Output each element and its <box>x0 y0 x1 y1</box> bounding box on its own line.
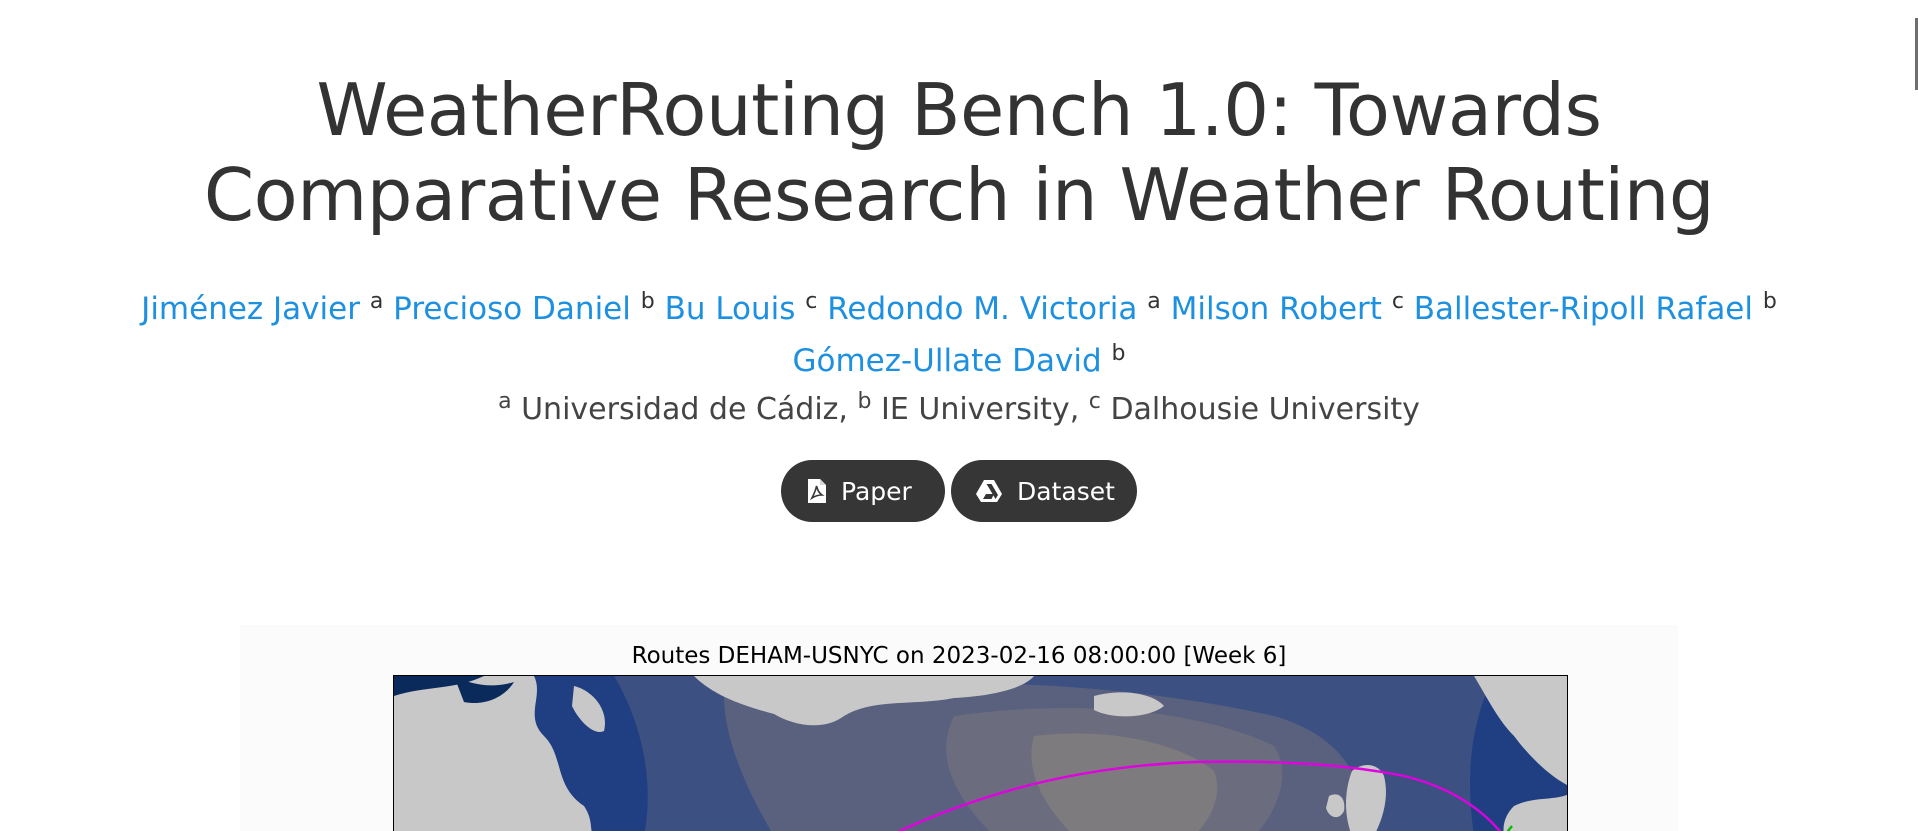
paper-button-label: Paper <box>841 476 912 506</box>
author-link[interactable]: Jiménez Javier <box>141 291 360 327</box>
figure-title: Routes DEHAM-USNYC on 2023-02-16 08:00:0… <box>631 643 1287 669</box>
author-affiliation-mark: b <box>1762 289 1777 314</box>
title-line-2: Comparative Research in Weather Routing <box>203 153 1715 237</box>
dataset-button-label: Dataset <box>1017 476 1115 506</box>
author-link[interactable]: Ballester-Ripoll Rafael <box>1414 291 1753 327</box>
author-affiliation-mark: a <box>369 289 384 314</box>
affiliation-name: Dalhousie University <box>1110 392 1420 427</box>
author-affiliation-mark: b <box>640 289 655 314</box>
affiliation-list: a Universidad de Cádiz, b IE University,… <box>0 386 1918 434</box>
paper-button[interactable]: Paper <box>781 460 945 522</box>
google-drive-icon <box>975 479 1003 503</box>
affiliation-name: Universidad de Cádiz, <box>521 392 848 427</box>
author-link[interactable]: Redondo M. Victoria <box>827 291 1137 327</box>
author-affiliation-mark: c <box>805 289 818 314</box>
author-link[interactable]: Gómez-Ullate David <box>792 343 1101 379</box>
author-link[interactable]: Milson Robert <box>1171 291 1382 327</box>
author-list: Jiménez Javier a Precioso Daniel b Bu Lo… <box>0 283 1918 387</box>
dataset-button[interactable]: Dataset <box>951 460 1137 522</box>
affiliation-mark: b <box>857 389 872 414</box>
author-affiliation-mark: b <box>1111 341 1126 366</box>
author-link[interactable]: Precioso Daniel <box>393 291 631 327</box>
author-affiliation-mark: a <box>1147 289 1161 314</box>
author-affiliation-mark: c <box>1391 289 1404 314</box>
page-title: WeatherRouting Bench 1.0: Towards Compar… <box>0 68 1918 238</box>
landmass-british-isles <box>1346 765 1386 831</box>
pdf-file-icon <box>807 478 827 504</box>
affiliation-mark: a <box>498 389 512 414</box>
affiliation-name: IE University, <box>881 392 1080 427</box>
author-link[interactable]: Bu Louis <box>665 291 796 327</box>
route-map-svg <box>394 676 1567 831</box>
affiliation-mark: c <box>1088 389 1101 414</box>
route-map[interactable] <box>393 675 1568 831</box>
route-figure: Routes DEHAM-USNYC on 2023-02-16 08:00:0… <box>240 625 1678 831</box>
title-line-1: WeatherRouting Bench 1.0: Towards <box>316 68 1602 152</box>
link-button-row: Paper Dataset <box>0 460 1918 522</box>
page: WeatherRouting Bench 1.0: Towards Compar… <box>0 0 1918 831</box>
